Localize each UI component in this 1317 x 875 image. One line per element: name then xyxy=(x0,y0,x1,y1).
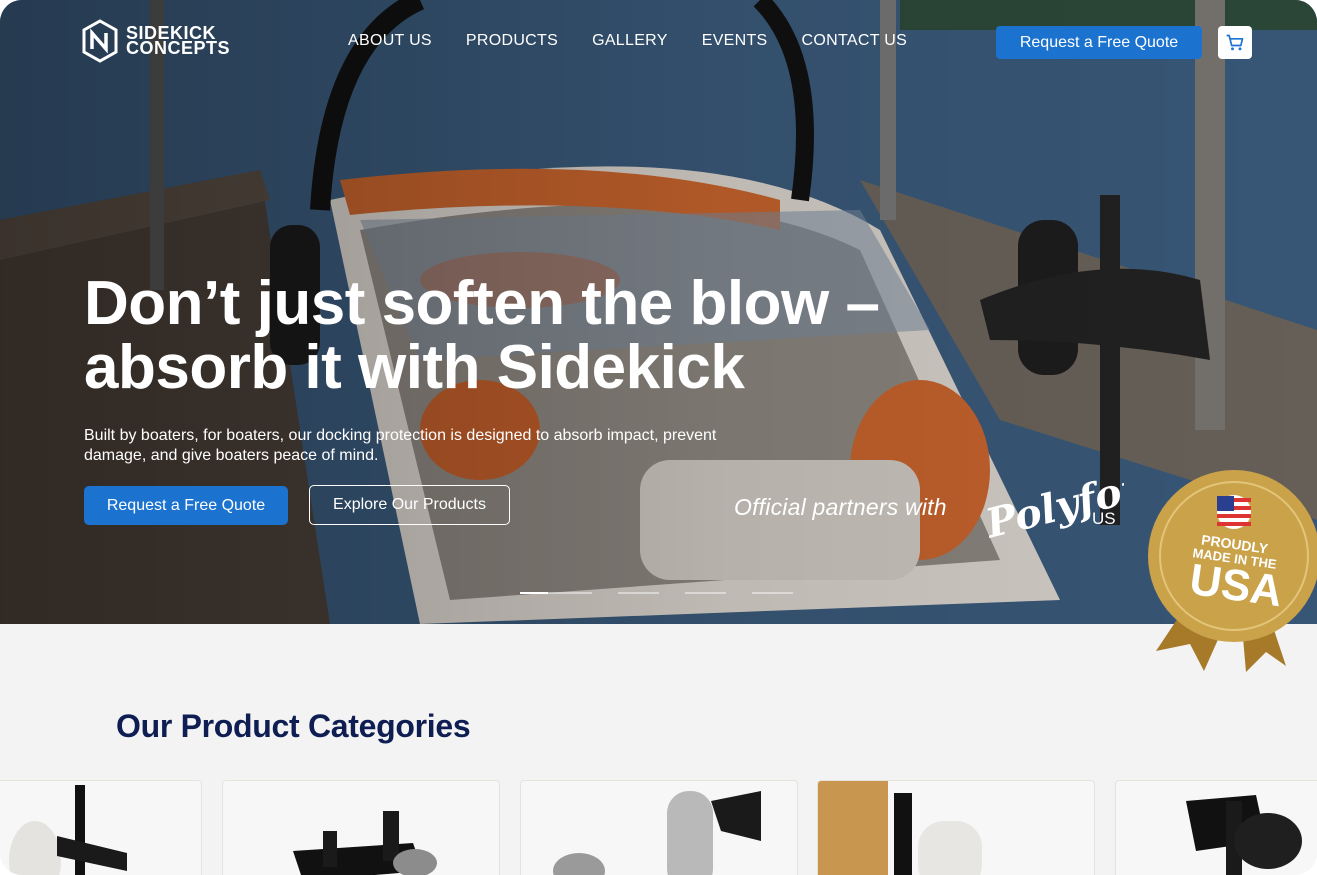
svg-text:US: US xyxy=(1092,509,1116,528)
brand-name: SIDEKICK CONCEPTS xyxy=(126,24,231,58)
carousel-dot[interactable] xyxy=(752,592,793,594)
product-image xyxy=(553,791,761,875)
explore-products-button[interactable]: Explore Our Products xyxy=(309,485,510,525)
cart-icon xyxy=(1226,34,1244,50)
cart-button[interactable] xyxy=(1218,26,1252,59)
nav-item-products[interactable]: PRODUCTS xyxy=(466,32,558,50)
polyform-logo-suffix: US xyxy=(1092,509,1116,528)
us-flag-icon xyxy=(1217,495,1251,529)
partners-text: Official partners with xyxy=(734,494,947,520)
carousel-indicators xyxy=(520,592,819,594)
product-category-card[interactable] xyxy=(520,780,798,875)
polyform-logo-text: Polyform xyxy=(984,464,1124,548)
page: SIDEKICK CONCEPTS ABOUT US PRODUCTS GALL… xyxy=(0,0,1317,875)
product-category-card[interactable] xyxy=(222,780,500,875)
product-image xyxy=(9,785,127,875)
product-category-card[interactable] xyxy=(1115,780,1317,875)
nav-item-events[interactable]: EVENTS xyxy=(702,32,768,50)
carousel-dot[interactable] xyxy=(618,592,659,594)
brand-name-line2: CONCEPTS xyxy=(126,38,231,58)
product-image xyxy=(293,811,437,875)
nav-item-gallery[interactable]: GALLERY xyxy=(592,32,668,50)
product-category-card[interactable] xyxy=(0,780,202,875)
brand-logo[interactable]: SIDEKICK CONCEPTS xyxy=(82,19,230,63)
carousel-dot[interactable] xyxy=(548,592,592,594)
carousel-dot[interactable] xyxy=(685,592,726,594)
hero-headline-line2: absorb it with Sidekick xyxy=(84,333,745,402)
product-image xyxy=(1186,795,1302,875)
hero-headline-line1: Don’t just soften the blow – xyxy=(84,269,880,338)
hero-quote-button[interactable]: Request a Free Quote xyxy=(84,486,288,525)
hero-headline: Don’t just soften the blow – absorb it w… xyxy=(84,269,880,402)
hero-subtext: Built by boaters, for boaters, our docki… xyxy=(84,427,717,464)
product-category-card[interactable] xyxy=(817,780,1095,875)
product-image xyxy=(818,781,982,875)
made-in-usa-badge: PROUDLY MADE IN THE USA xyxy=(1148,470,1317,672)
main-nav: ABOUT US PRODUCTS GALLERY EVENTS CONTACT… xyxy=(348,32,907,50)
sidekick-logo-icon xyxy=(82,19,118,63)
hero-section: SIDEKICK CONCEPTS ABOUT US PRODUCTS GALL… xyxy=(0,0,1317,624)
polyform-logo[interactable]: Polyform US xyxy=(984,464,1124,550)
nav-item-contact-us[interactable]: CONTACT US xyxy=(802,32,908,50)
product-categories-title: Our Product Categories xyxy=(116,708,471,744)
nav-item-about-us[interactable]: ABOUT US xyxy=(348,32,432,50)
nav-quote-button[interactable]: Request a Free Quote xyxy=(996,26,1202,59)
carousel-dot[interactable] xyxy=(520,592,548,594)
svg-text:Polyform: Polyform xyxy=(984,464,1124,548)
